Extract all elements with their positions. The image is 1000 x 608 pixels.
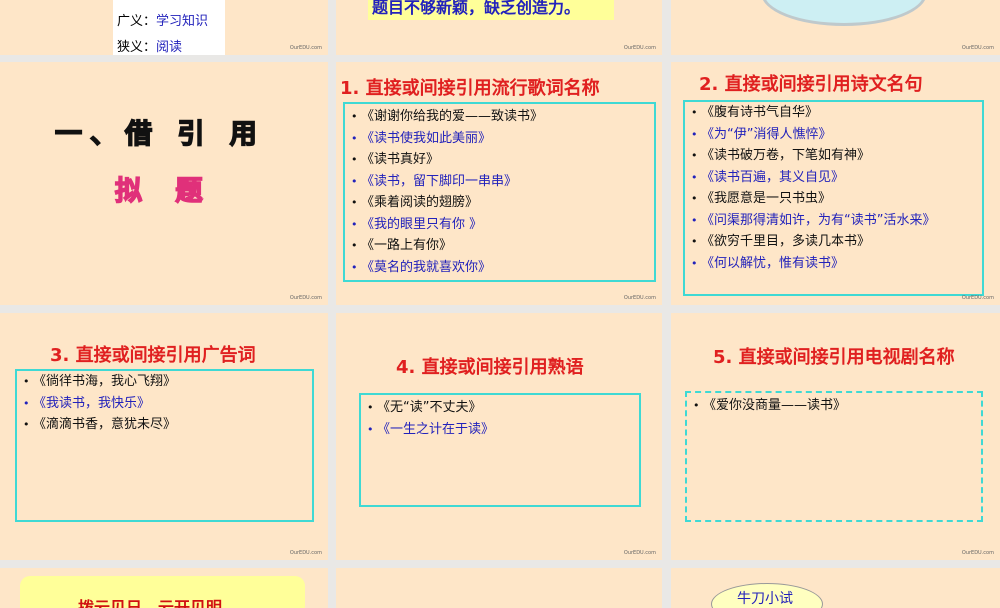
- list-box: 《谢谢你给我的爱——致读书》《读书使我如此美丽》《读书真好》《读书，留下脚印一串…: [343, 102, 656, 282]
- slide-thumb-1[interactable]: 广义：学习知识 狭义：阅读 OurEDU.com: [0, 0, 328, 55]
- watermark: OurEDU.com: [289, 295, 322, 301]
- list-item: 《徜徉书海，我心飞翔》: [23, 371, 306, 393]
- list-item: 《我愿意是一只书虫》: [691, 188, 976, 210]
- list-item: 《读书破万卷，下笔如有神》: [691, 145, 976, 167]
- watermark: OurEDU.com: [623, 295, 656, 301]
- list-item: 《莫名的我就喜欢你》: [351, 257, 648, 279]
- slide-title: 1. 直接或间接引用流行歌词名称: [340, 78, 600, 99]
- slide-title: 4. 直接或间接引用熟语: [396, 357, 584, 378]
- list-item: 《一路上有你》: [351, 235, 648, 257]
- watermark: OurEDU.com: [623, 45, 656, 51]
- list-item: 《乘着阅读的翅膀》: [351, 192, 648, 214]
- list-item: 《腹有诗书气自华》: [691, 102, 976, 124]
- slide-thumb-6[interactable]: 2. 直接或间接引用诗文名句 《腹有诗书气自华》《为“伊”消得人憔悴》《读书破万…: [671, 62, 1000, 305]
- definition-panel: 广义：学习知识 狭义：阅读: [113, 0, 225, 55]
- slide-thumb-10[interactable]: 拨云见日，云开见明: [0, 568, 328, 608]
- list-item: 《欲穷千里目，多读几本书》: [691, 231, 976, 253]
- list-item: 《读书百遍，其义自见》: [691, 167, 976, 189]
- slide-title: 5. 直接或间接引用电视剧名称: [713, 347, 955, 368]
- section-heading: 一、借 引 用: [54, 118, 265, 151]
- slide-thumb-2[interactable]: 题目不够新颖，缺乏创造力。 OurEDU.com: [336, 0, 662, 55]
- decorative-shape: [761, 0, 927, 26]
- list-box: 《腹有诗书气自华》《为“伊”消得人憔悴》《读书破万卷，下笔如有神》《读书百遍，其…: [683, 100, 984, 296]
- note-box: 题目不够新颖，缺乏创造力。: [368, 0, 614, 20]
- list-item: 《为“伊”消得人憔悴》: [691, 124, 976, 146]
- watermark: OurEDU.com: [961, 45, 994, 51]
- slide-thumb-8[interactable]: 4. 直接或间接引用熟语 《无“读”不丈夫》《一生之计在于读》 OurEDU.c…: [336, 313, 662, 560]
- slide-title: 3. 直接或间接引用广告词: [50, 345, 256, 366]
- callout-box: 拨云见日，云开见明: [20, 576, 305, 608]
- watermark: OurEDU.com: [961, 295, 994, 301]
- watermark: OurEDU.com: [623, 550, 656, 556]
- watermark: OurEDU.com: [961, 550, 994, 556]
- list-item: 《何以解忧，惟有读书》: [691, 253, 976, 275]
- watermark: OurEDU.com: [289, 45, 322, 51]
- list-item: 《我的眼里只有你 》: [351, 214, 648, 236]
- label: 狭义：: [117, 40, 157, 55]
- slide-thumb-11[interactable]: [336, 568, 662, 608]
- list-item: 《滴滴书香，意犹未尽》: [23, 414, 306, 436]
- value: 学习知识: [156, 14, 209, 29]
- list-item: 《读书真好》: [351, 149, 648, 171]
- slide-thumb-9[interactable]: 5. 直接或间接引用电视剧名称 《爱你没商量——读书》 OurEDU.com: [671, 313, 1000, 560]
- label: 广义：: [117, 14, 157, 29]
- list-box: 《无“读”不丈夫》《一生之计在于读》: [359, 393, 641, 507]
- section-subheading: 拟 题: [114, 175, 215, 208]
- starburst-text: 牛刀小试: [737, 591, 793, 607]
- slide-thumb-12[interactable]: 牛刀小试: [671, 568, 1000, 608]
- value: 阅读: [156, 40, 183, 55]
- list-box: 《爱你没商量——读书》: [685, 391, 983, 522]
- list-item: 《爱你没商量——读书》: [693, 395, 975, 417]
- list-item: 《谢谢你给我的爱——致读书》: [351, 106, 648, 128]
- watermark: OurEDU.com: [289, 550, 322, 556]
- list-item: 《问渠那得清如许，为有“读书”活水来》: [691, 210, 976, 232]
- callout-text: 拨云见日，云开见明: [78, 598, 223, 608]
- slide-thumb-3[interactable]: OurEDU.com: [671, 0, 1000, 55]
- list-box: 《徜徉书海，我心飞翔》《我读书，我快乐》《滴滴书香，意犹未尽》: [15, 369, 314, 522]
- list-item: 《一生之计在于读》: [367, 419, 633, 441]
- slide-thumb-5[interactable]: 1. 直接或间接引用流行歌词名称 《谢谢你给我的爱——致读书》《读书使我如此美丽…: [336, 62, 662, 305]
- list-item: 《无“读”不丈夫》: [367, 397, 633, 419]
- list-item: 《读书，留下脚印一串串》: [351, 171, 648, 193]
- list-item: 《我读书，我快乐》: [23, 393, 306, 415]
- list-item: 《读书使我如此美丽》: [351, 128, 648, 150]
- slide-title: 2. 直接或间接引用诗文名句: [699, 74, 923, 95]
- slide-thumb-7[interactable]: 3. 直接或间接引用广告词 《徜徉书海，我心飞翔》《我读书，我快乐》《滴滴书香，…: [0, 313, 328, 560]
- slide-thumb-4[interactable]: 一、借 引 用 拟 题 OurEDU.com: [0, 62, 328, 305]
